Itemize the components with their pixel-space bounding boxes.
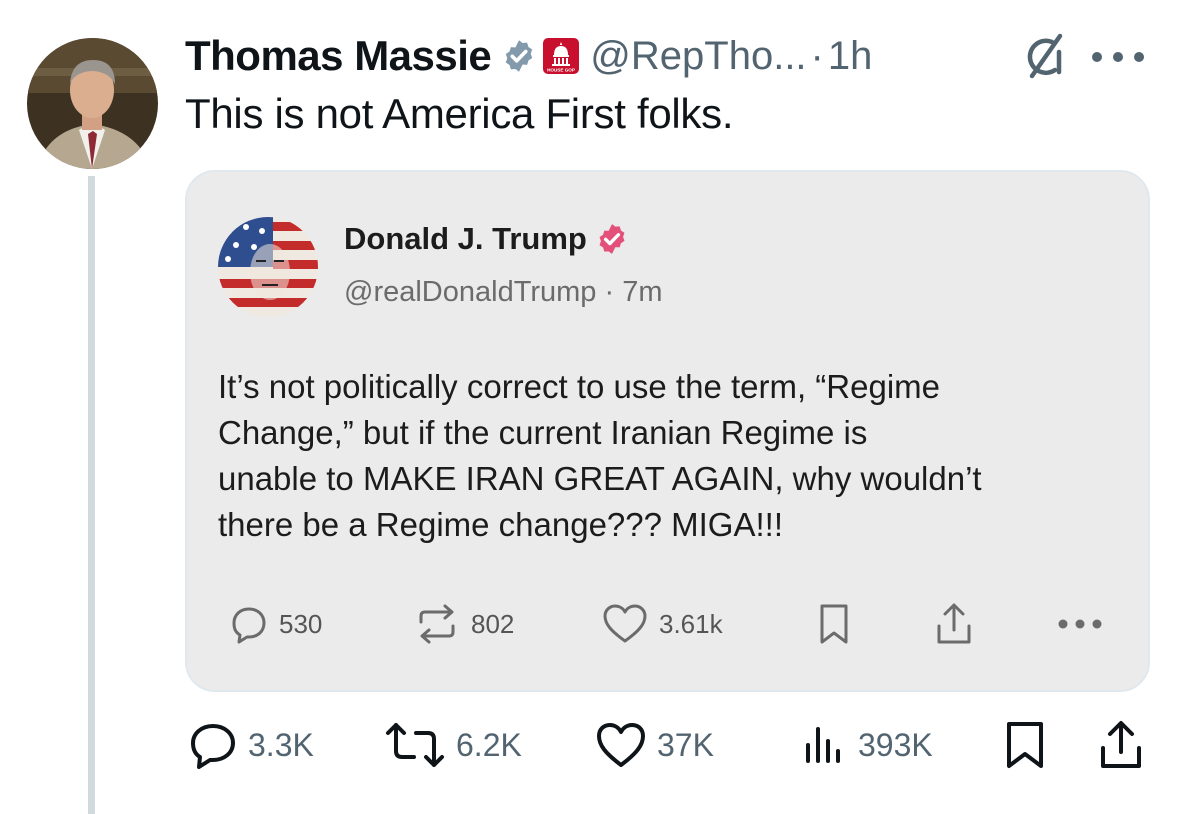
reply-icon: [232, 607, 266, 644]
repost-button[interactable]: 6.2K: [384, 720, 522, 770]
quoted-text-line: unable to MAKE IRAN GREAT AGAIN, why wou…: [218, 460, 982, 497]
svg-text:HOUSE GOP: HOUSE GOP: [547, 68, 575, 73]
repost-count: 6.2K: [456, 726, 522, 763]
reply-button[interactable]: 3.3K: [188, 720, 314, 770]
quoted-more-button[interactable]: [1057, 602, 1103, 646]
share-icon: [1101, 721, 1141, 768]
bookmark-icon: [820, 604, 848, 644]
reply-icon: [191, 724, 235, 769]
quoted-author-handle[interactable]: @realDonaldTrump: [344, 276, 596, 308]
views-button[interactable]: 393K: [800, 720, 933, 770]
quoted-reply-count: 530: [279, 608, 323, 639]
quoted-author-avatar[interactable]: [218, 217, 318, 317]
like-icon: [597, 723, 645, 767]
quoted-text-line: It’s not politically correct to use the …: [218, 368, 941, 405]
author-name[interactable]: Thomas Massie: [185, 32, 492, 80]
grok-icon[interactable]: [1019, 30, 1069, 82]
affiliation-badge-icon[interactable]: HOUSE GOP: [542, 37, 580, 75]
quoted-like-count: 3.61k: [659, 608, 723, 639]
quoted-like-button[interactable]: 3.61k: [601, 602, 723, 646]
post-text: This is not America First folks.: [185, 90, 734, 137]
quoted-repost-count: 802: [471, 608, 515, 639]
quoted-share-button[interactable]: [934, 602, 974, 646]
share-button[interactable]: [1098, 720, 1144, 770]
quoted-header: Donald J. Trump: [344, 215, 629, 263]
bookmark-button[interactable]: [1003, 720, 1047, 770]
reply-count: 3.3K: [248, 726, 314, 763]
views-count: 393K: [858, 726, 933, 763]
thread-line: [88, 176, 95, 814]
quoted-text-line: there be a Regime change??? MIGA!!!: [218, 506, 783, 543]
separator-dot: ·: [604, 276, 615, 308]
more-icon: [1058, 619, 1102, 629]
quoted-post-text: It’s not politically correct to use the …: [218, 364, 1128, 548]
verified-badge-icon: [599, 224, 625, 254]
quoted-author-name[interactable]: Donald J. Trump: [344, 221, 587, 257]
like-count: 37K: [657, 726, 714, 763]
quoted-bookmark-button[interactable]: [816, 602, 852, 646]
quoted-reply-button[interactable]: 530: [229, 602, 322, 646]
like-button[interactable]: 37K: [595, 720, 714, 770]
separator-dot: ·: [810, 33, 824, 78]
bookmark-icon: [1007, 722, 1043, 768]
post-header: Thomas Massie HOUSE GOP @RepTho... · 1h: [185, 28, 872, 84]
author-avatar[interactable]: [27, 38, 158, 169]
verified-badge-icon: [506, 40, 533, 72]
share-icon: [937, 603, 971, 644]
more-icon[interactable]: [1090, 50, 1146, 64]
repost-icon: [419, 604, 455, 644]
like-icon: [603, 604, 647, 643]
quoted-meta: @realDonaldTrump · 7m: [344, 276, 663, 316]
quoted-timestamp[interactable]: 7m: [622, 276, 662, 308]
quoted-text-line: Change,” but if the current Iranian Regi…: [218, 414, 868, 451]
repost-icon: [386, 723, 444, 767]
post-timestamp[interactable]: 1h: [828, 34, 873, 79]
quoted-repost-button[interactable]: 802: [413, 602, 514, 646]
views-icon: [806, 727, 840, 763]
author-handle[interactable]: @RepTho...: [590, 34, 806, 79]
